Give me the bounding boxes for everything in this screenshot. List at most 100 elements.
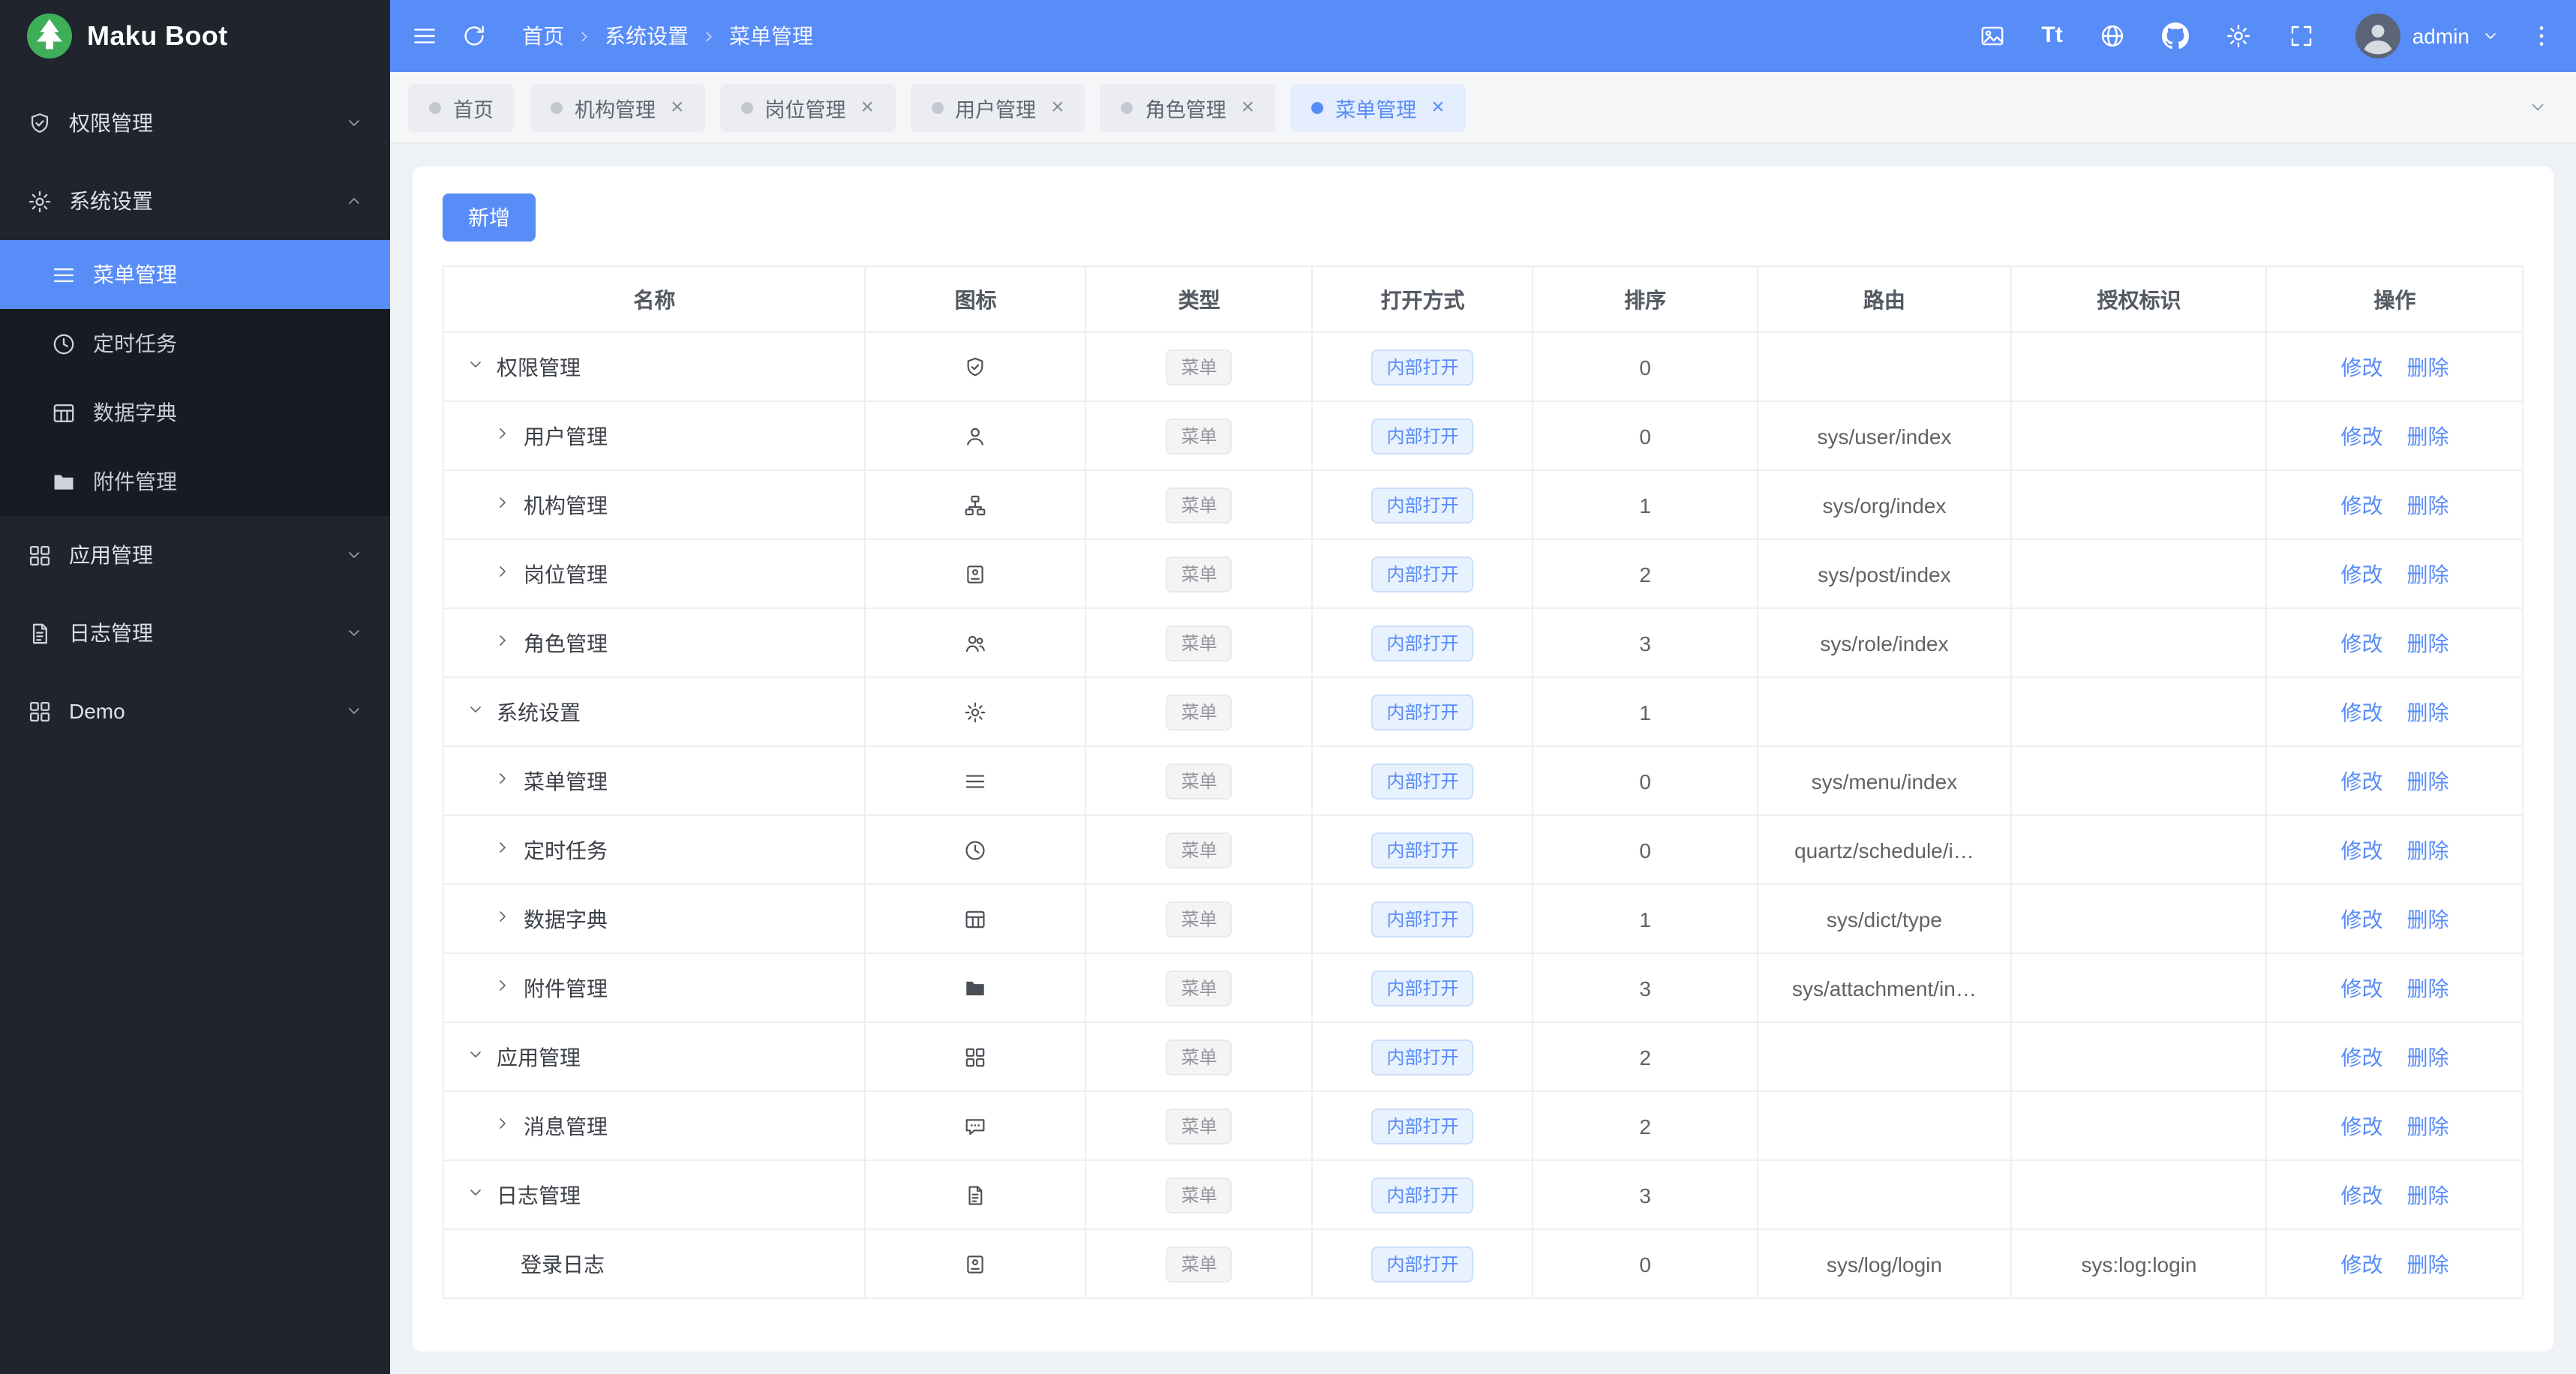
delete-link[interactable]: 删除 <box>2406 1183 2448 1207</box>
chevron-down-icon[interactable] <box>467 1184 485 1202</box>
column-header[interactable]: 打开方式 <box>1311 266 1534 333</box>
edit-link[interactable]: 修改 <box>2340 700 2382 724</box>
delete-link[interactable]: 删除 <box>2406 493 2448 517</box>
sort-cell: 0 <box>1532 1228 1758 1299</box>
edit-link[interactable]: 修改 <box>2340 907 2382 931</box>
edit-link[interactable]: 修改 <box>2340 976 2382 1000</box>
sidebar-item-demo[interactable]: Demo <box>0 672 390 750</box>
delete-link[interactable]: 删除 <box>2406 838 2448 862</box>
open-mode-tag: 内部打开 <box>1371 349 1474 385</box>
edit-link[interactable]: 修改 <box>2340 1045 2382 1069</box>
column-header[interactable]: 类型 <box>1085 266 1314 333</box>
chevron-right-icon[interactable] <box>494 770 512 788</box>
chevron-right-icon[interactable] <box>494 494 512 512</box>
sidebar-item-attachments[interactable]: 附件管理 <box>0 447 390 516</box>
sidebar-item-system-settings[interactable]: 系统设置 <box>0 162 390 240</box>
edit-link[interactable]: 修改 <box>2340 838 2382 862</box>
column-header[interactable]: 排序 <box>1532 266 1758 333</box>
sort-cell: 1 <box>1532 676 1758 747</box>
collapse-sidebar-icon[interactable] <box>411 22 438 50</box>
refresh-icon[interactable] <box>461 22 488 50</box>
ops-cell: 修改 删除 <box>2265 470 2523 540</box>
delete-link[interactable]: 删除 <box>2406 1045 2448 1069</box>
edit-link[interactable]: 修改 <box>2340 1252 2382 1276</box>
sidebar-item-menu-management[interactable]: 菜单管理 <box>0 240 390 309</box>
chevron-right-icon[interactable] <box>494 976 512 994</box>
chevron-down-icon[interactable] <box>467 700 485 718</box>
image-icon[interactable] <box>1978 22 2005 50</box>
chevron-right-icon[interactable] <box>494 632 512 650</box>
table-row: 消息管理 菜单 内部打开 2 修改 删除 <box>442 1090 2523 1161</box>
delete-link[interactable]: 删除 <box>2406 976 2448 1000</box>
fullscreen-icon[interactable] <box>2288 22 2315 50</box>
edit-link[interactable]: 修改 <box>2340 424 2382 448</box>
row-name: 消息管理 <box>524 1114 608 1138</box>
delete-link[interactable]: 删除 <box>2406 355 2448 379</box>
tab-close-icon[interactable]: × <box>1431 96 1445 118</box>
edit-link[interactable]: 修改 <box>2340 355 2382 379</box>
chevron-right-icon[interactable] <box>494 562 512 580</box>
tab-close-icon[interactable]: × <box>1051 96 1064 118</box>
tab-home[interactable]: 首页 <box>408 83 515 131</box>
tab-close-icon[interactable]: × <box>671 96 684 118</box>
globe-icon[interactable] <box>2099 22 2126 50</box>
delete-link[interactable]: 删除 <box>2406 907 2448 931</box>
open-mode-cell: 内部打开 <box>1311 400 1534 471</box>
tab-menu[interactable]: 菜单管理 × <box>1290 83 1466 131</box>
column-header[interactable]: 授权标识 <box>2010 266 2268 333</box>
edit-link[interactable]: 修改 <box>2340 1114 2382 1138</box>
font-size-icon[interactable]: Tt <box>2041 22 2062 50</box>
auth-cell <box>2010 814 2268 885</box>
tab-user[interactable]: 用户管理 × <box>910 83 1085 131</box>
more-options-icon[interactable] <box>2528 22 2555 50</box>
sidebar-item-label: 应用管理 <box>69 543 153 567</box>
delete-link[interactable]: 删除 <box>2406 769 2448 793</box>
type-tag: 菜单 <box>1166 1039 1232 1075</box>
column-header[interactable]: 操作 <box>2265 266 2523 333</box>
github-icon[interactable] <box>2161 22 2189 50</box>
sidebar-item-label: 定时任务 <box>93 332 177 356</box>
breadcrumb-item[interactable]: 首页 <box>522 21 564 51</box>
edit-link[interactable]: 修改 <box>2340 493 2382 517</box>
user-menu[interactable]: admin <box>2355 14 2499 58</box>
tabs-dropdown-icon[interactable] <box>2516 86 2558 128</box>
breadcrumb-item[interactable]: 系统设置 <box>605 21 689 51</box>
delete-link[interactable]: 删除 <box>2406 631 2448 655</box>
column-header[interactable]: 路由 <box>1756 266 2013 333</box>
app-root: Maku Boot 权限管理 系统设置 菜单管理 定时任务 数据字典 附件管理 应用管理 日志… <box>0 0 2576 1374</box>
column-header[interactable]: 名称 <box>442 266 866 333</box>
tab-role[interactable]: 角色管理 × <box>1100 83 1276 131</box>
tab-org[interactable]: 机构管理 × <box>530 83 705 131</box>
sidebar-item-log-management[interactable]: 日志管理 <box>0 594 390 672</box>
delete-link[interactable]: 删除 <box>2406 562 2448 586</box>
edit-link[interactable]: 修改 <box>2340 562 2382 586</box>
chevron-down-icon[interactable] <box>467 1046 485 1064</box>
edit-link[interactable]: 修改 <box>2340 1183 2382 1207</box>
chevron-right-icon[interactable] <box>494 424 512 442</box>
column-header[interactable]: 图标 <box>864 266 1087 333</box>
delete-link[interactable]: 删除 <box>2406 700 2448 724</box>
delete-link[interactable]: 删除 <box>2406 424 2448 448</box>
edit-link[interactable]: 修改 <box>2340 769 2382 793</box>
app-logo[interactable]: Maku Boot <box>0 0 390 72</box>
chevron-down-icon[interactable] <box>467 356 485 374</box>
tab-close-icon[interactable]: × <box>861 96 875 118</box>
sidebar-item-app-management[interactable]: 应用管理 <box>0 516 390 594</box>
sort-cell: 2 <box>1532 1090 1758 1161</box>
sidebar-item-scheduled-tasks[interactable]: 定时任务 <box>0 309 390 378</box>
chevron-right-icon[interactable] <box>494 838 512 856</box>
tab-close-icon[interactable]: × <box>1241 96 1255 118</box>
delete-link[interactable]: 删除 <box>2406 1252 2448 1276</box>
add-button[interactable]: 新增 <box>443 194 536 242</box>
sort-cell: 0 <box>1532 400 1758 471</box>
chevron-right-icon[interactable] <box>494 1114 512 1132</box>
edit-link[interactable]: 修改 <box>2340 631 2382 655</box>
delete-link[interactable]: 删除 <box>2406 1114 2448 1138</box>
tab-post[interactable]: 岗位管理 × <box>719 83 896 131</box>
settings-icon[interactable] <box>2225 22 2252 50</box>
sidebar-item-data-dictionary[interactable]: 数据字典 <box>0 378 390 447</box>
chevron-right-icon[interactable] <box>494 908 512 926</box>
chevron-down-icon <box>2481 27 2499 45</box>
breadcrumb-item[interactable]: 菜单管理 <box>729 21 813 51</box>
sidebar-item-permissions[interactable]: 权限管理 <box>0 84 390 162</box>
